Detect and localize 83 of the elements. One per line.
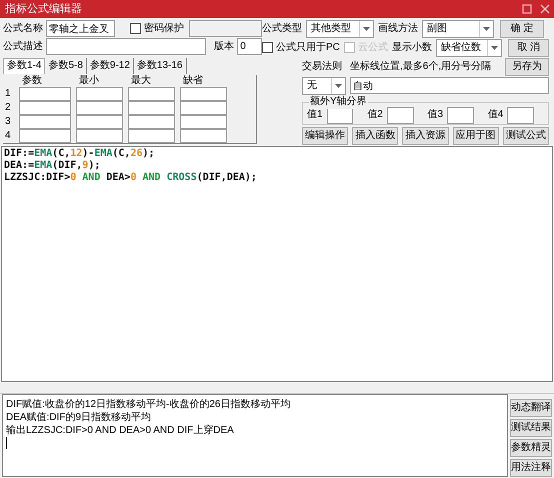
column-header: 最大 <box>130 74 152 87</box>
checkbox-label: 公式只用于PC <box>276 40 340 55</box>
close-icon[interactable] <box>540 4 550 14</box>
text-cursor <box>6 437 7 449</box>
dropdown[interactable]: 无 <box>302 76 346 95</box>
dropdown[interactable]: 其他类型 <box>306 20 374 38</box>
table-cell[interactable] <box>19 114 71 129</box>
field-label: 值3 <box>428 108 444 122</box>
button[interactable]: 插入函数 <box>352 126 398 145</box>
axis-position-field[interactable]: 自动 <box>350 77 549 94</box>
name-field[interactable]: 零轴之上金叉 <box>46 20 116 38</box>
checkbox-label: 密码保护 <box>144 22 184 36</box>
button[interactable]: 用法注释 <box>510 459 552 477</box>
table-cell[interactable] <box>180 128 227 143</box>
table-cell[interactable] <box>76 128 123 143</box>
column-header: 参数 <box>21 74 43 87</box>
field-label: 公式描述 <box>3 40 43 54</box>
table-cell[interactable] <box>128 128 175 143</box>
button[interactable]: 另存为 <box>505 58 549 76</box>
field-label: 值1 <box>307 108 323 122</box>
code-line: DEA:=EMA(DIF,9); <box>4 160 100 172</box>
button[interactable]: 确 定 <box>500 20 544 38</box>
explanation-line: 输出LZZSJC:DIF>0 AND DEA>0 AND DIF上穿DEA <box>6 424 234 437</box>
value-field[interactable] <box>326 106 354 124</box>
window-title: 指标公式编辑器 <box>5 2 83 17</box>
field-label: 显示小数 <box>392 40 432 55</box>
table-cell[interactable] <box>128 100 175 115</box>
column-header: 缺省 <box>182 74 204 87</box>
password-field[interactable] <box>189 20 262 38</box>
dropdown[interactable]: 副图 <box>422 20 494 38</box>
caret-icon <box>331 78 345 94</box>
code-editor[interactable]: DIF:=EMA(C,12)-EMA(C,26); DEA:=EMA(DIF,9); LZZSJC:DIF>0 AND DEA>0 AND CROSS(DIF,DEA); <box>1 146 553 382</box>
field-label: 公式类型 <box>262 22 302 36</box>
table-cell[interactable] <box>76 114 123 129</box>
value-field[interactable] <box>507 106 534 124</box>
value-field[interactable] <box>386 106 414 124</box>
explanation-line: DEA赋值:DIF的9日指数移动平均 <box>6 411 152 424</box>
button[interactable]: 取 消 <box>508 38 549 57</box>
field-label: 交易法则 <box>302 60 342 74</box>
column-header: 最小 <box>78 74 100 87</box>
row-number: 3 <box>5 114 12 129</box>
table-cell[interactable] <box>19 128 71 143</box>
description-field[interactable] <box>46 38 206 56</box>
checkbox[interactable] <box>262 42 273 54</box>
button[interactable]: 应用于图 <box>452 126 499 145</box>
checkbox[interactable] <box>130 23 142 34</box>
table-cell[interactable] <box>128 86 175 101</box>
maximize-icon[interactable] <box>522 4 532 14</box>
group-title: 额外Y轴分界 <box>309 94 368 109</box>
version-field[interactable]: 0 <box>237 38 262 56</box>
button[interactable]: 测试结果 <box>510 419 552 437</box>
field-label: 画线方法 <box>378 22 418 36</box>
checkbox-label: 云公式 <box>358 40 388 55</box>
table-cell[interactable] <box>76 100 123 115</box>
button[interactable]: 参数精灵 <box>510 439 552 457</box>
code-line: DIF:=EMA(C,12)-EMA(C,26); <box>4 148 155 160</box>
explanation-line: DIF赋值:收盘价的12日指数移动平均-收盘价的26日指数移动平均 <box>6 398 290 411</box>
row-number: 2 <box>5 100 12 115</box>
button[interactable]: 动态翻译 <box>510 399 552 417</box>
button[interactable]: 插入资源 <box>402 126 449 145</box>
button[interactable]: 测试公式 <box>502 126 550 145</box>
button[interactable]: 编辑操作 <box>302 126 348 145</box>
field-label: 公式名称 <box>3 22 43 36</box>
code-line: LZZSJC:DIF>0 AND DEA>0 AND CROSS(DIF,DEA); <box>4 172 257 184</box>
field-label: 值4 <box>488 108 504 122</box>
table-cell[interactable] <box>180 100 227 115</box>
explanation-box[interactable]: DIF赋值:收盘价的12日指数移动平均-收盘价的26日指数移动平均 DEA赋值:DIF的9日指数移动平均 输出LZZSJC:DIF>0 AND DEA>0 AND DIF上穿DEA <box>2 394 508 477</box>
tab[interactable]: 参数1-4 <box>3 58 46 74</box>
table-cell[interactable] <box>180 86 227 101</box>
dropdown[interactable]: 缺省位数 <box>436 38 502 57</box>
field-label: 版本 <box>214 40 234 54</box>
table-cell[interactable] <box>76 86 123 101</box>
caret-icon <box>479 20 493 37</box>
field-label: 值2 <box>367 108 383 122</box>
value-field[interactable] <box>447 106 474 124</box>
row-number: 1 <box>5 86 12 101</box>
row-number: 4 <box>5 128 12 143</box>
table-cell[interactable] <box>128 114 175 129</box>
field-label: 坐标线位置,最多6个,用分号分隔 <box>350 60 492 74</box>
table-cell[interactable] <box>19 86 71 101</box>
caret-icon <box>359 20 373 37</box>
table-cell[interactable] <box>180 114 227 129</box>
table-cell[interactable] <box>19 100 71 115</box>
